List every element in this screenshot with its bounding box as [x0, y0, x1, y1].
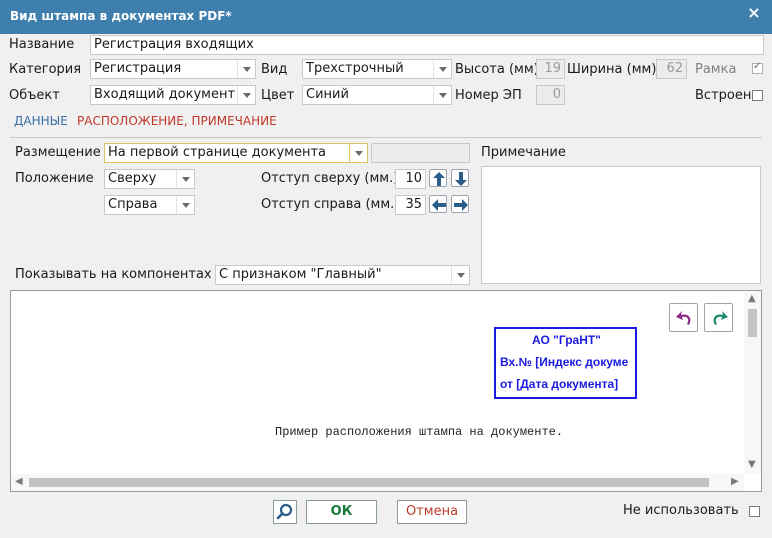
- object-select[interactable]: Входящий документ: [90, 85, 256, 105]
- horizontal-scrollbar[interactable]: ◀ ▶: [11, 474, 744, 491]
- preview-search-button[interactable]: [273, 500, 297, 524]
- scroll-up-icon[interactable]: ▲: [748, 293, 756, 304]
- color-label: Цвет: [261, 88, 295, 103]
- disable-label: Не использовать: [623, 503, 739, 518]
- frame-label: Рамка: [695, 62, 737, 77]
- frame-checkbox[interactable]: [752, 61, 763, 74]
- embedded-label: Встроен: [695, 88, 752, 103]
- close-icon[interactable]: ×: [744, 3, 764, 23]
- stamp-preview: АО "ГраНТ" Вх.№ [Индекс докуме от [Дата …: [10, 290, 762, 492]
- ok-button[interactable]: ОК: [306, 500, 377, 524]
- cancel-button[interactable]: Отмена: [397, 500, 467, 524]
- tab-divider: [10, 137, 762, 138]
- color-select[interactable]: Синий: [302, 85, 452, 105]
- scroll-down-icon[interactable]: ▼: [748, 459, 756, 470]
- chevron-down-icon[interactable]: [176, 196, 194, 214]
- chevron-down-icon[interactable]: [433, 60, 451, 78]
- show-on-select[interactable]: С признаком "Главный": [215, 265, 470, 285]
- redo-icon[interactable]: [704, 303, 733, 332]
- chevron-down-icon[interactable]: [176, 170, 194, 188]
- horizontal-select[interactable]: Справа: [104, 195, 195, 215]
- offset-right-input[interactable]: 35: [395, 195, 426, 215]
- chevron-down-icon[interactable]: [237, 86, 255, 104]
- window-title: Вид штампа в документах PDF*: [10, 9, 232, 23]
- magnifier-icon: [276, 503, 293, 520]
- arrow-right-icon[interactable]: [451, 195, 469, 213]
- placement-select[interactable]: На первой странице документа: [104, 143, 368, 163]
- chevron-down-icon[interactable]: [433, 86, 451, 104]
- arrow-up-icon[interactable]: [429, 169, 447, 187]
- stamp-line-3: от [Дата документа]: [500, 377, 619, 391]
- view-select[interactable]: Трехстрочный: [302, 59, 452, 79]
- ep-label: Номер ЭП: [455, 88, 522, 103]
- tab-placement[interactable]: РАСПОЛОЖЕНИЕ, ПРИМЕЧАНИЕ: [77, 114, 277, 128]
- width-input[interactable]: 62: [656, 59, 687, 79]
- embedded-checkbox[interactable]: [752, 90, 763, 101]
- placement-value: На первой странице документа: [108, 145, 327, 160]
- view-label: Вид: [261, 62, 288, 77]
- view-value: Трехстрочный: [306, 61, 404, 76]
- offset-right-label: Отступ справа (мм.): [261, 197, 400, 212]
- arrow-down-icon[interactable]: [451, 169, 469, 187]
- width-label: Ширина (мм): [567, 62, 657, 77]
- chevron-down-icon[interactable]: [349, 144, 367, 162]
- category-label: Категория: [9, 62, 82, 77]
- tab-data[interactable]: ДАННЫЕ: [14, 114, 68, 128]
- arrow-left-icon[interactable]: [429, 195, 447, 213]
- vertical-scroll-thumb[interactable]: [748, 309, 757, 337]
- horizontal-value: Справа: [108, 197, 158, 212]
- category-value: Регистрация: [94, 61, 182, 76]
- ep-input[interactable]: 0: [536, 85, 565, 105]
- horizontal-scroll-thumb[interactable]: [29, 478, 709, 487]
- note-textarea[interactable]: [481, 166, 761, 284]
- offset-top-label: Отступ сверху (мм.): [261, 171, 399, 186]
- placement-extra-field: [371, 143, 470, 163]
- position-label: Положение: [15, 171, 94, 186]
- undo-icon[interactable]: [669, 303, 698, 332]
- show-on-value: С признаком "Главный": [219, 267, 382, 282]
- sample-text: Пример расположения штампа на документе.: [275, 425, 564, 439]
- scroll-right-icon[interactable]: ▶: [731, 476, 739, 487]
- stamp-line-2: Вх.№ [Индекс докуме: [500, 355, 629, 369]
- chevron-down-icon[interactable]: [451, 266, 469, 284]
- vertical-scrollbar[interactable]: ▲ ▼: [744, 291, 761, 474]
- name-label: Название: [9, 37, 75, 52]
- object-value: Входящий документ: [94, 87, 236, 102]
- note-label: Примечание: [481, 145, 566, 160]
- stamp-line-1: АО "ГраНТ": [532, 333, 601, 347]
- placement-label: Размещение: [15, 145, 101, 160]
- disable-checkbox[interactable]: [749, 506, 760, 517]
- offset-top-input[interactable]: 10: [395, 169, 426, 189]
- scroll-left-icon[interactable]: ◀: [15, 476, 23, 487]
- vertical-value: Сверху: [108, 171, 157, 186]
- color-value: Синий: [306, 87, 349, 102]
- show-on-label: Показывать на компонентах: [15, 267, 212, 282]
- vertical-select[interactable]: Сверху: [104, 169, 195, 189]
- name-input[interactable]: Регистрация входящих: [90, 35, 764, 55]
- height-input[interactable]: 19: [536, 59, 565, 79]
- category-select[interactable]: Регистрация: [90, 59, 256, 79]
- object-label: Объект: [9, 88, 60, 103]
- chevron-down-icon[interactable]: [237, 60, 255, 78]
- height-label: Высота (мм): [455, 62, 539, 77]
- title-bar: Вид штампа в документах PDF* ×: [0, 0, 772, 34]
- stamp-box: АО "ГраНТ" Вх.№ [Индекс докуме от [Дата …: [494, 327, 637, 399]
